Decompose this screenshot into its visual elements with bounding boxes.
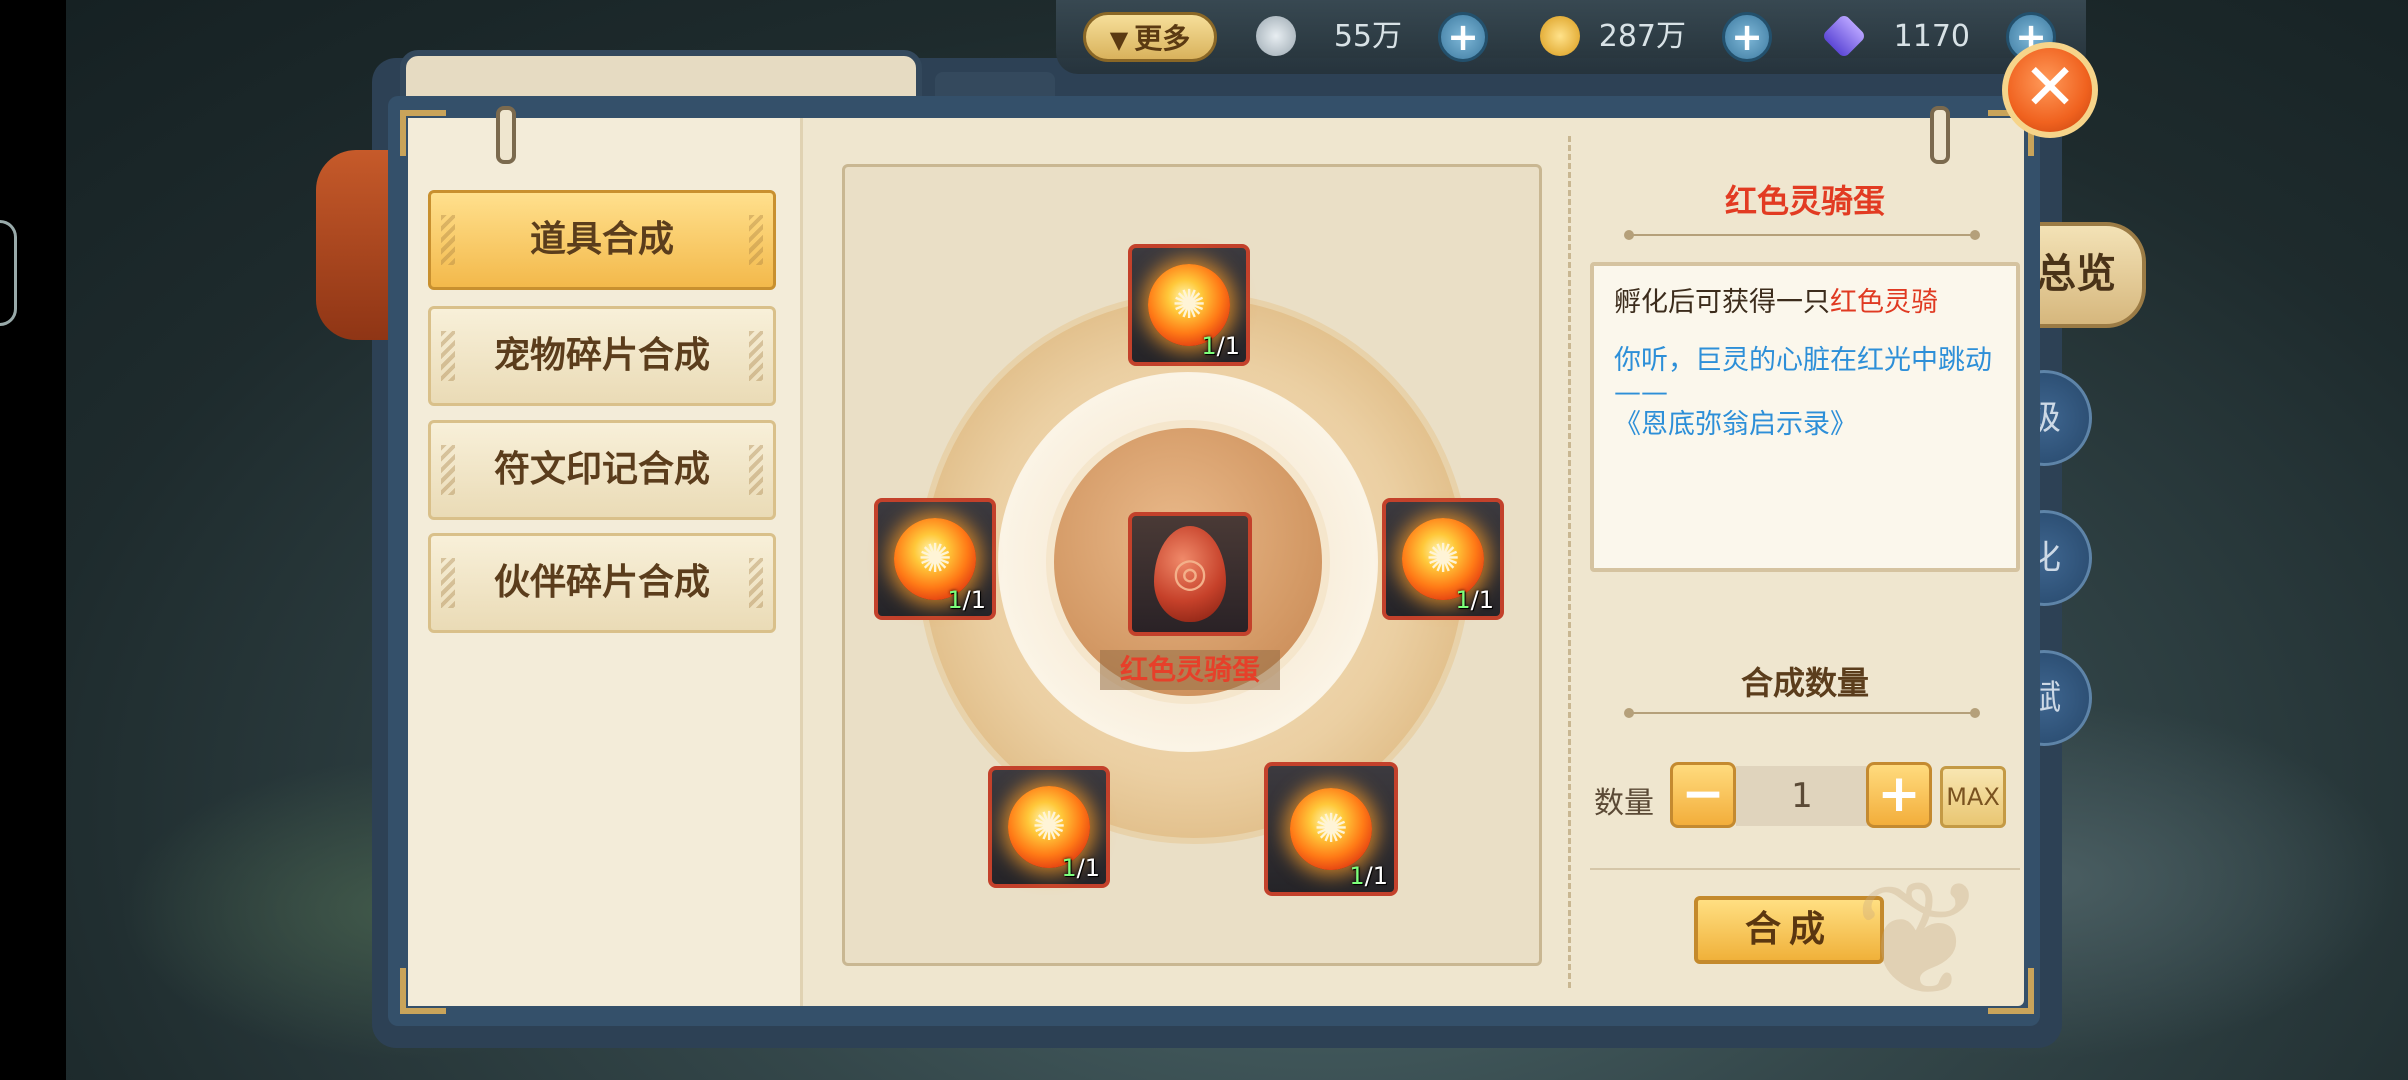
quantity-divider: [1624, 708, 1980, 718]
quantity-input[interactable]: 1: [1736, 766, 1868, 826]
column-divider: [1568, 136, 1571, 988]
currency-value: 287万: [1598, 19, 1686, 54]
bookmark-ribbon: [316, 150, 396, 340]
menu-item-partner-fragment-synthesis[interactable]: 伙伴碎片合成: [428, 533, 776, 633]
currency-value: 1170: [1893, 19, 1970, 54]
ingredient-slot-top[interactable]: ✺ 1/1: [1128, 244, 1250, 366]
side-handle[interactable]: [0, 220, 17, 326]
red-mount-egg-icon: [1154, 526, 1226, 622]
ingredient-count: 1/1: [1061, 854, 1100, 882]
menu-item-pet-fragment-synthesis[interactable]: 宠物碎片合成: [428, 306, 776, 406]
result-slot[interactable]: [1128, 512, 1252, 636]
ingredient-slot-bottom-right[interactable]: ✺ 1/1: [1264, 762, 1398, 896]
menu-item-rune-synthesis[interactable]: 符文印记合成: [428, 420, 776, 520]
ingredient-slot-bottom-left[interactable]: ✺ 1/1: [988, 766, 1110, 888]
close-button[interactable]: ✕: [2002, 42, 2098, 138]
decorative-emblem: ❦: [1852, 846, 1988, 1033]
menu-item-items-synthesis[interactable]: 道具合成: [428, 190, 776, 290]
add-gold-button[interactable]: +: [1722, 12, 1772, 62]
quantity-label: 数量: [1594, 786, 1654, 821]
description-quote: 你听，巨灵的心脏在红光中跳动——: [1614, 345, 1992, 408]
panel-hook: [1930, 106, 1950, 164]
ingredient-slot-left[interactable]: ✺ 1/1: [874, 498, 996, 620]
more-label: 更多: [1134, 22, 1191, 55]
item-title: 红色灵骑蛋: [1724, 182, 1885, 220]
decrease-quantity-button[interactable]: −: [1670, 762, 1736, 828]
fire-spirit-orb-icon: ✺: [1290, 788, 1372, 870]
currency-value: 55万: [1333, 19, 1402, 54]
increase-quantity-button[interactable]: +: [1866, 762, 1932, 828]
panel-corner: [400, 110, 446, 156]
result-name: 红色灵骑蛋: [1100, 650, 1280, 690]
currency-gold: 287万 +: [1536, 10, 1776, 64]
chevron-down-icon: ▼: [1109, 26, 1129, 54]
quantity-title: 合成数量: [1740, 664, 1869, 702]
max-quantity-button[interactable]: MAX: [1940, 766, 2006, 828]
item-description: 孵化后可获得一只红色灵骑 你听，巨灵的心脏在红光中跳动—— 《恩底弥翁启示录》: [1590, 262, 2020, 572]
description-source: 《恩底弥翁启示录》: [1614, 409, 1857, 440]
ingredient-slot-right[interactable]: ✺ 1/1: [1382, 498, 1504, 620]
more-button[interactable]: ▼ 更多: [1083, 12, 1217, 62]
description-line: 孵化后可获得一只红色灵骑: [1614, 287, 1938, 318]
panel-corner: [400, 968, 446, 1014]
title-divider: [1624, 230, 1980, 240]
currency-silver: 55万 +: [1252, 10, 1492, 64]
ingredient-count: 1/1: [947, 586, 986, 614]
ingredient-count: 1/1: [1349, 862, 1388, 890]
screen-edge: [0, 0, 66, 1080]
ingredient-count: 1/1: [1455, 586, 1494, 614]
ingredient-count: 1/1: [1201, 332, 1240, 360]
panel-hook: [496, 106, 516, 164]
add-silver-button[interactable]: +: [1438, 12, 1488, 62]
